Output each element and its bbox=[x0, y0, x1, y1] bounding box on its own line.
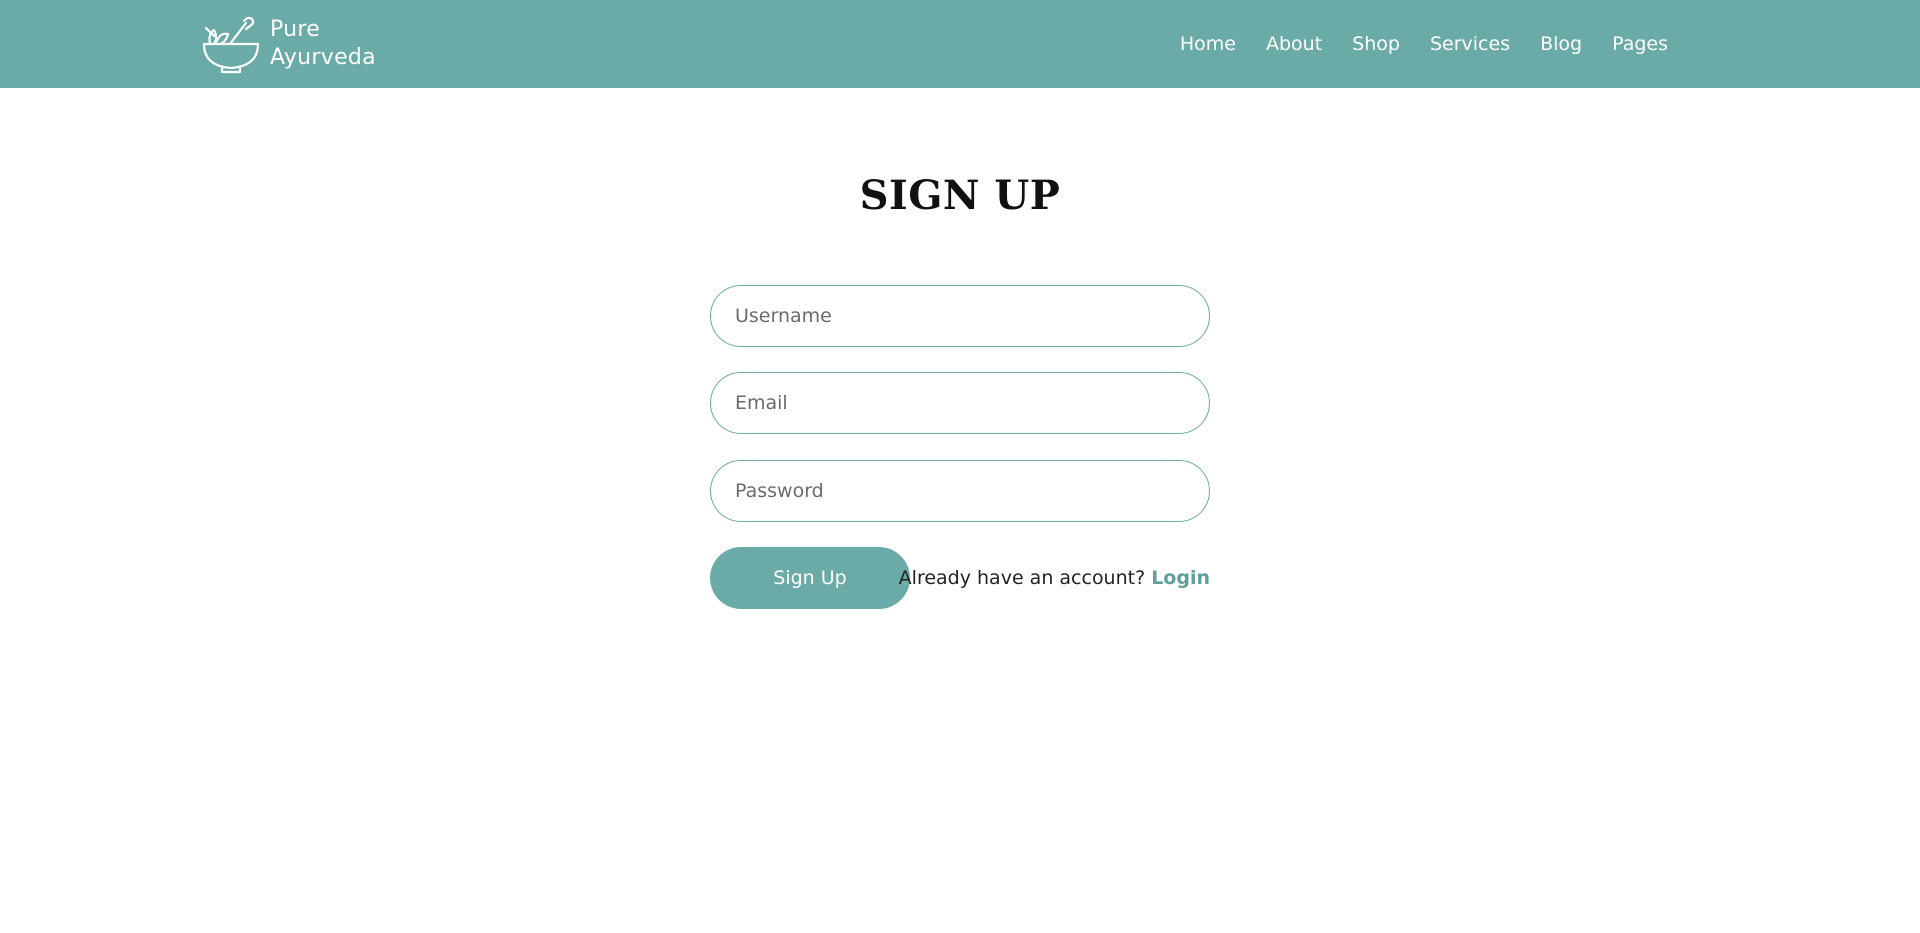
login-prompt: Already have an account? Login bbox=[899, 547, 1210, 609]
nav-item-about[interactable]: About bbox=[1266, 33, 1322, 55]
brand-name-line1: Pure bbox=[270, 17, 321, 42]
nav-item-home[interactable]: Home bbox=[1180, 33, 1236, 55]
nav-item-blog[interactable]: Blog bbox=[1540, 33, 1582, 55]
main-nav: Home About Shop Services Blog Pages bbox=[1180, 0, 1668, 88]
sign-up-button[interactable]: Sign Up bbox=[710, 547, 910, 609]
brand-logo-link[interactable]: Pure Ayurveda bbox=[200, 14, 376, 74]
brand-name-line2: Ayurveda bbox=[270, 45, 376, 70]
mortar-pestle-icon bbox=[202, 16, 260, 74]
login-link[interactable]: Login bbox=[1151, 567, 1210, 589]
page-title: SIGN UP bbox=[859, 172, 1061, 219]
username-input[interactable] bbox=[710, 285, 1210, 347]
brand-name: Pure Ayurveda bbox=[270, 16, 376, 72]
login-prompt-text: Already have an account? bbox=[898, 567, 1146, 589]
password-input[interactable] bbox=[710, 460, 1210, 522]
nav-item-pages[interactable]: Pages bbox=[1612, 33, 1668, 55]
nav-item-shop[interactable]: Shop bbox=[1352, 33, 1400, 55]
email-input[interactable] bbox=[710, 372, 1210, 434]
site-header: Pure Ayurveda Home About Shop Services B… bbox=[0, 0, 1920, 88]
nav-item-services[interactable]: Services bbox=[1430, 33, 1510, 55]
